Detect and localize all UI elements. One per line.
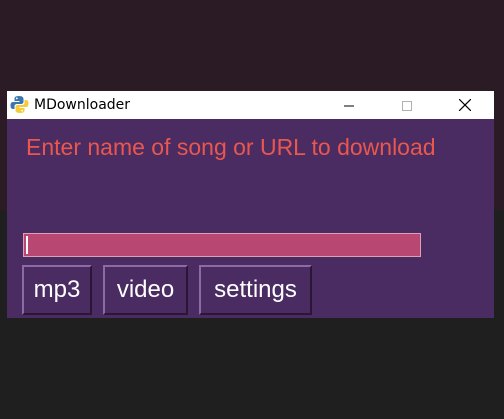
song-url-input[interactable]	[23, 233, 421, 257]
prompt-label: Enter name of song or URL to download	[26, 134, 436, 160]
python-icon	[10, 95, 29, 114]
text-caret	[26, 236, 28, 254]
close-icon	[458, 96, 472, 115]
maximize-button[interactable]	[384, 91, 430, 119]
maximize-icon	[402, 96, 412, 115]
mp3-button[interactable]: mp3	[22, 265, 92, 315]
window-title: MDownloader	[34, 97, 131, 113]
settings-button[interactable]: settings	[199, 265, 312, 315]
minimize-button[interactable]	[326, 91, 372, 119]
close-button[interactable]	[442, 91, 488, 119]
app-window: MDownloader Enter name of song or URL to…	[7, 91, 494, 318]
title-bar[interactable]: MDownloader	[7, 91, 494, 119]
minimize-icon	[344, 96, 354, 115]
video-button[interactable]: video	[103, 265, 188, 315]
